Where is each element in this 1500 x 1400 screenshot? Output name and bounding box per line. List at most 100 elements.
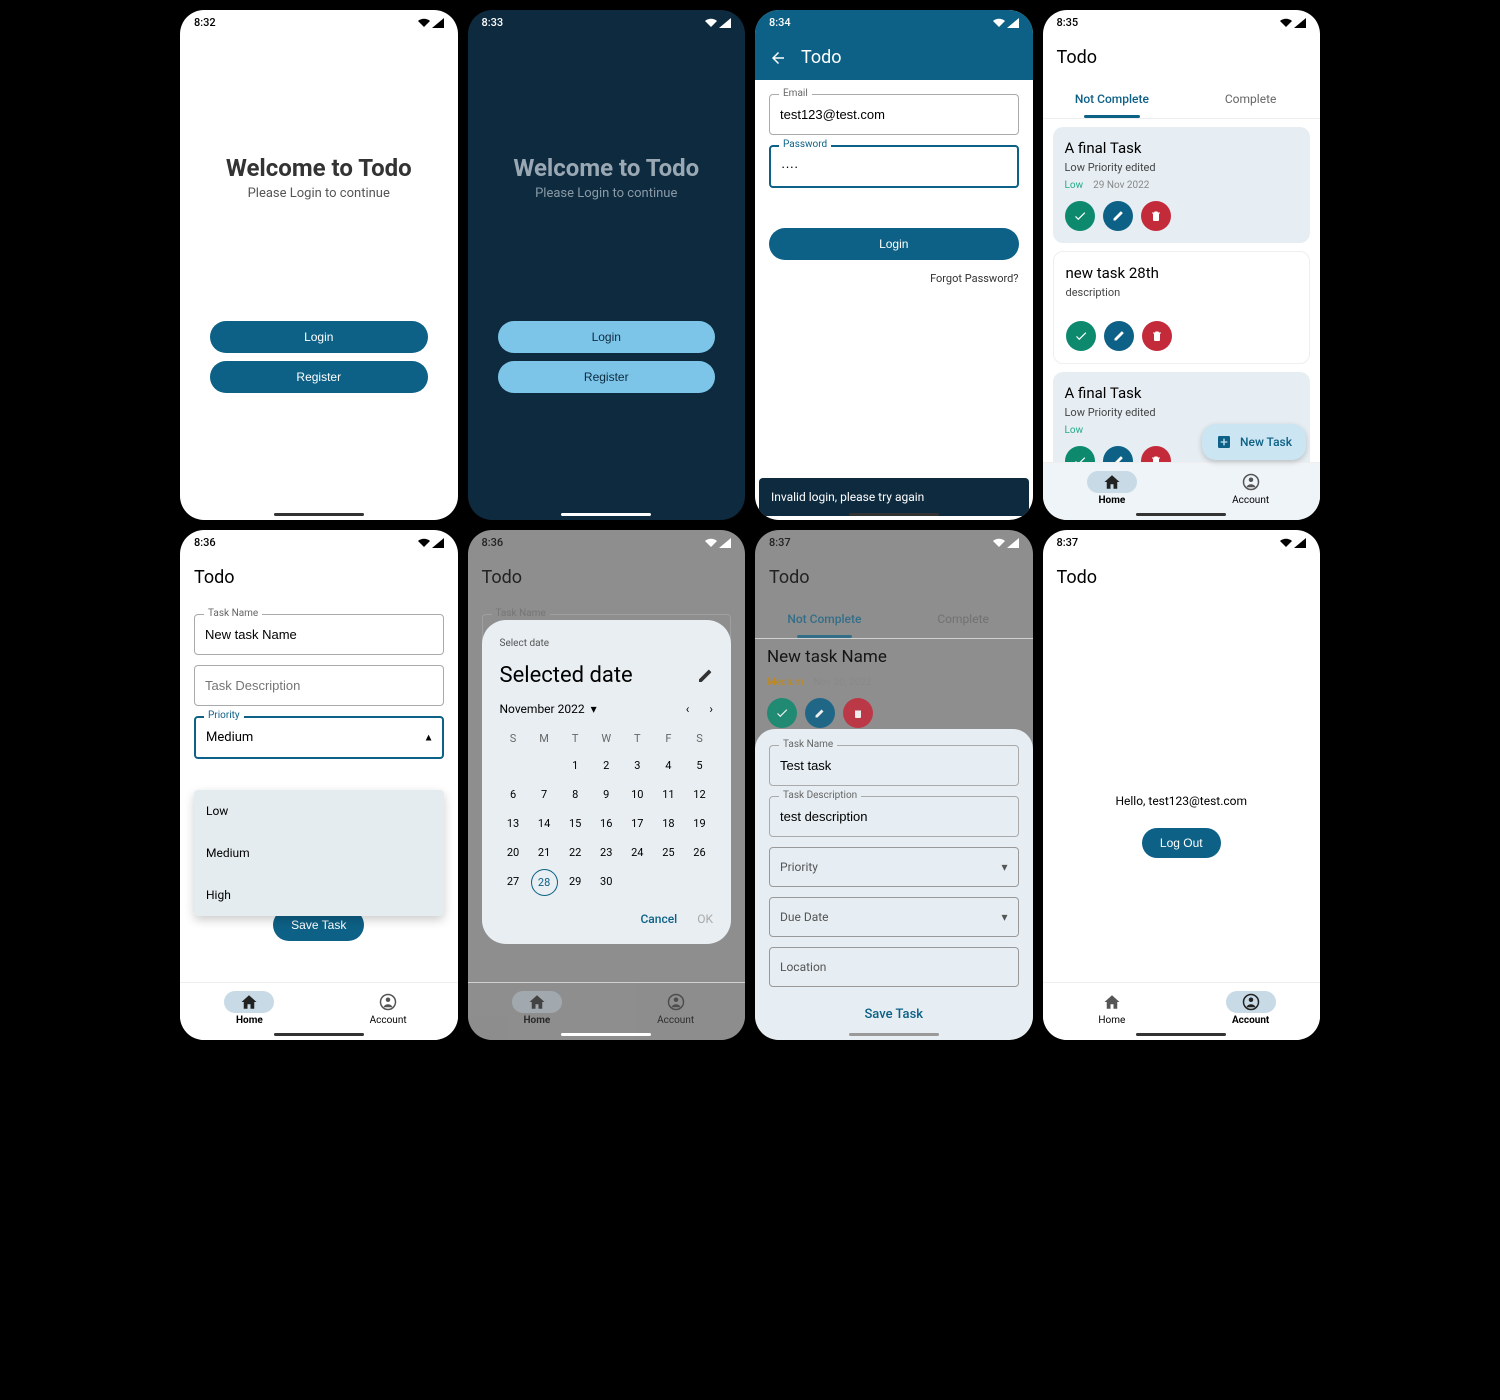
priority-option-high[interactable]: High <box>194 874 444 916</box>
delete-button[interactable] <box>1141 446 1171 462</box>
status-icons <box>418 538 444 548</box>
tab-complete[interactable]: Complete <box>1181 80 1320 118</box>
calendar-day[interactable]: 11 <box>655 782 682 807</box>
back-arrow-icon[interactable] <box>769 49 787 67</box>
complete-button[interactable] <box>1065 201 1095 231</box>
calendar-day[interactable]: 6 <box>500 782 527 807</box>
email-field[interactable] <box>769 94 1019 135</box>
nav-handle[interactable] <box>849 1033 939 1036</box>
delete-button[interactable] <box>1141 201 1171 231</box>
calendar-day[interactable]: 7 <box>531 782 558 807</box>
register-button[interactable]: Register <box>498 361 716 393</box>
calendar-day[interactable]: 12 <box>686 782 713 807</box>
calendar-day[interactable]: 26 <box>686 840 713 865</box>
next-month-button[interactable]: › <box>709 702 713 716</box>
sheet-priority-select[interactable]: Priority ▾ <box>769 847 1019 887</box>
calendar-day[interactable]: 13 <box>500 811 527 836</box>
calendar-day[interactable]: 17 <box>624 811 651 836</box>
calendar-day[interactable]: 22 <box>562 840 589 865</box>
task-name-field[interactable] <box>194 614 444 655</box>
calendar-day[interactable]: 4 <box>655 753 682 778</box>
logout-button[interactable]: Log Out <box>1142 828 1221 858</box>
calendar-day[interactable]: 8 <box>562 782 589 807</box>
nav-handle[interactable] <box>274 1033 364 1036</box>
nav-account[interactable]: Account <box>1181 983 1320 1040</box>
nav-handle[interactable] <box>561 513 651 516</box>
forgot-password-link[interactable]: Forgot Password? <box>769 272 1019 285</box>
calendar-day[interactable]: 3 <box>624 753 651 778</box>
calendar-day[interactable]: 16 <box>593 811 620 836</box>
pencil-icon[interactable] <box>697 668 713 684</box>
password-field[interactable] <box>769 145 1019 188</box>
nav-handle[interactable] <box>561 1033 651 1036</box>
calendar-day[interactable]: 15 <box>562 811 589 836</box>
screen-task-list: 8:35 Todo Not Complete Complete A final … <box>1043 10 1321 520</box>
nav-home[interactable]: Home <box>1043 463 1182 520</box>
calendar-dow: S <box>686 728 713 749</box>
nav-home[interactable]: Home <box>180 983 319 1040</box>
home-icon <box>240 993 258 1011</box>
password-label: Password <box>779 139 831 150</box>
edit-button <box>805 698 835 728</box>
register-button[interactable]: Register <box>210 361 428 393</box>
cancel-button[interactable]: Cancel <box>640 912 677 926</box>
calendar-day[interactable]: 24 <box>624 840 651 865</box>
calendar-day[interactable]: 21 <box>531 840 558 865</box>
calendar-day[interactable]: 28 <box>531 869 558 896</box>
complete-button[interactable] <box>1066 321 1096 351</box>
nav-handle[interactable] <box>1136 1033 1226 1036</box>
edit-button[interactable] <box>1103 201 1133 231</box>
login-button[interactable]: Login <box>210 321 428 353</box>
ok-button[interactable]: OK <box>697 912 713 926</box>
edit-button[interactable] <box>1104 321 1134 351</box>
nav-home[interactable]: Home <box>1043 983 1182 1040</box>
nav-label: Home <box>1098 495 1125 506</box>
calendar-day[interactable]: 19 <box>686 811 713 836</box>
calendar-day[interactable]: 18 <box>655 811 682 836</box>
calendar-day[interactable]: 1 <box>562 753 589 778</box>
calendar-day[interactable]: 20 <box>500 840 527 865</box>
home-icon <box>1103 473 1121 491</box>
complete-button <box>767 698 797 728</box>
task-list: A final Task Low Priority edited Low 29 … <box>1043 119 1321 462</box>
complete-button[interactable] <box>1065 446 1095 462</box>
delete-button[interactable] <box>1142 321 1172 351</box>
sheet-priority-label: Priority <box>780 860 818 874</box>
task-desc-field[interactable] <box>194 665 444 706</box>
calendar-day[interactable]: 5 <box>686 753 713 778</box>
prev-month-button[interactable]: ‹ <box>686 702 690 716</box>
nav-account[interactable]: Account <box>1181 463 1320 520</box>
sheet-name-field[interactable] <box>769 745 1019 786</box>
chevron-down-icon: ▾ <box>591 702 597 716</box>
nav-handle[interactable] <box>1136 513 1226 516</box>
new-task-fab[interactable]: New Task <box>1202 424 1306 460</box>
sheet-due-date-select[interactable]: Due Date ▾ <box>769 897 1019 937</box>
nav-handle[interactable] <box>274 513 364 516</box>
signal-icon <box>432 538 444 548</box>
sheet-save-button[interactable]: Save Task <box>769 997 1019 1032</box>
calendar-dow: F <box>655 728 682 749</box>
calendar-day[interactable]: 29 <box>562 869 589 896</box>
sheet-desc-field[interactable] <box>769 796 1019 837</box>
calendar-day[interactable]: 9 <box>593 782 620 807</box>
login-submit-button[interactable]: Login <box>769 228 1019 260</box>
sheet-location-field[interactable]: Location <box>769 947 1019 987</box>
nav-label: Home <box>236 1015 263 1026</box>
priority-option-medium[interactable]: Medium <box>194 832 444 874</box>
calendar-day[interactable]: 27 <box>500 869 527 896</box>
nav-handle[interactable] <box>849 513 939 516</box>
calendar-day[interactable]: 25 <box>655 840 682 865</box>
calendar-day[interactable]: 23 <box>593 840 620 865</box>
month-button[interactable]: November 2022 ▾ <box>500 702 597 716</box>
calendar-day[interactable]: 14 <box>531 811 558 836</box>
wifi-icon <box>993 538 1005 548</box>
nav-account[interactable]: Account <box>319 983 458 1040</box>
calendar-day[interactable]: 2 <box>593 753 620 778</box>
priority-option-low[interactable]: Low <box>194 790 444 832</box>
login-button[interactable]: Login <box>498 321 716 353</box>
priority-select[interactable]: Medium <box>194 716 444 759</box>
calendar-day[interactable]: 10 <box>624 782 651 807</box>
tab-not-complete[interactable]: Not Complete <box>1043 80 1182 118</box>
edit-button[interactable] <box>1103 446 1133 462</box>
calendar-day[interactable]: 30 <box>593 869 620 896</box>
